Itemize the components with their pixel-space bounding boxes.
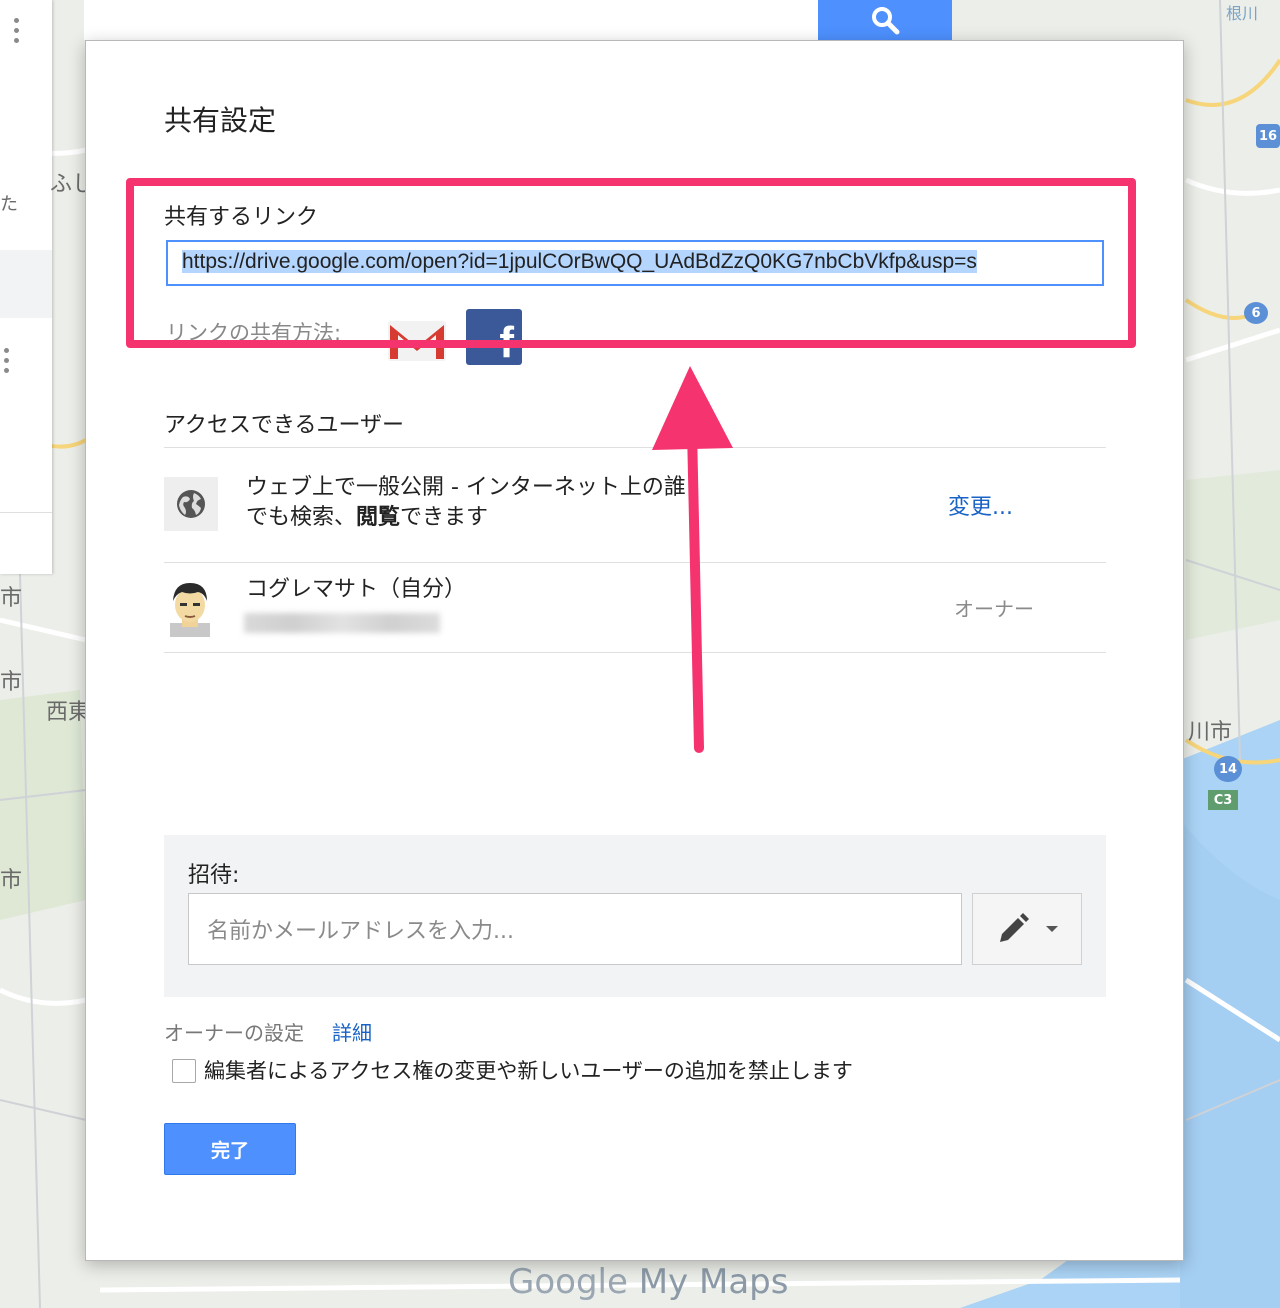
invite-label: 招待: xyxy=(188,863,240,888)
map-place-label: た xyxy=(0,194,18,215)
public-access-line2-suffix: できます xyxy=(400,505,489,530)
chevron-down-icon xyxy=(1046,926,1058,932)
owner-avatar xyxy=(170,583,210,637)
side-panel-divider xyxy=(0,512,52,513)
owner-role: オーナー xyxy=(954,597,1034,621)
map-side-panel xyxy=(0,0,52,574)
prevent-editors-label[interactable]: 編集者によるアクセス権の変更や新しいユーザーの追加を禁止します xyxy=(204,1055,853,1085)
public-globe-box xyxy=(164,477,218,531)
owner-email-blurred xyxy=(244,613,440,633)
search-button[interactable] xyxy=(818,0,952,40)
map-place-label: 市 xyxy=(0,670,23,695)
public-access-description: ウェブ上で一般公開 - インターネット上の誰 でも検索、閲覧できます xyxy=(246,473,686,533)
map-place-label: 川市 xyxy=(1188,720,1233,745)
public-access-line2-prefix: でも検索、 xyxy=(246,505,357,530)
divider xyxy=(164,562,1106,563)
divider xyxy=(164,652,1106,653)
my-maps-wordmark: My Maps xyxy=(638,1262,789,1302)
google-wordmark: Google xyxy=(508,1262,628,1302)
permission-dropdown-button[interactable] xyxy=(972,893,1082,965)
dialog-title: 共有設定 xyxy=(164,104,277,137)
invite-section: 招待: 名前かメールアドレスを入力... xyxy=(164,835,1106,997)
public-access-line2: でも検索、閲覧できます xyxy=(246,503,686,533)
invite-placeholder: 名前かメールアドレスを入力... xyxy=(207,919,514,944)
google-my-maps-logo: Google My Maps xyxy=(508,1262,788,1302)
side-panel-selected-row[interactable] xyxy=(0,250,52,318)
route-shield: 6 xyxy=(1244,302,1268,324)
owner-settings-detail-link[interactable]: 詳細 xyxy=(332,1017,372,1046)
more-options-icon[interactable] xyxy=(14,18,20,43)
search-icon xyxy=(872,7,900,35)
divider xyxy=(164,447,1106,448)
route-shield: 14 xyxy=(1214,756,1242,782)
route-shield: C3 xyxy=(1208,790,1238,810)
map-search-bar[interactable] xyxy=(84,0,820,40)
prevent-editors-checkbox[interactable] xyxy=(172,1059,196,1083)
public-access-line2-bold: 閲覧 xyxy=(356,505,401,530)
pencil-icon xyxy=(1000,913,1029,942)
owner-settings-label: オーナーの設定 xyxy=(164,1021,304,1045)
more-options-icon[interactable] xyxy=(4,348,10,373)
map-place-label: 市 xyxy=(0,586,23,611)
owner-name: コグレマサト（自分） xyxy=(246,577,467,602)
map-place-label: 根川 xyxy=(1226,4,1259,23)
globe-icon xyxy=(177,490,205,518)
annotation-highlight-box xyxy=(126,178,1136,348)
change-access-link[interactable]: 変更... xyxy=(948,489,1013,521)
map-place-label: 市 xyxy=(0,868,23,893)
map-place-label: 西東 xyxy=(46,700,91,725)
access-users-label: アクセスできるユーザー xyxy=(164,413,405,438)
invite-email-input[interactable]: 名前かメールアドレスを入力... xyxy=(188,893,962,965)
done-button[interactable]: 完了 xyxy=(164,1123,296,1175)
route-shield: 16 xyxy=(1256,124,1280,148)
public-access-line1: ウェブ上で一般公開 - インターネット上の誰 xyxy=(246,475,686,500)
